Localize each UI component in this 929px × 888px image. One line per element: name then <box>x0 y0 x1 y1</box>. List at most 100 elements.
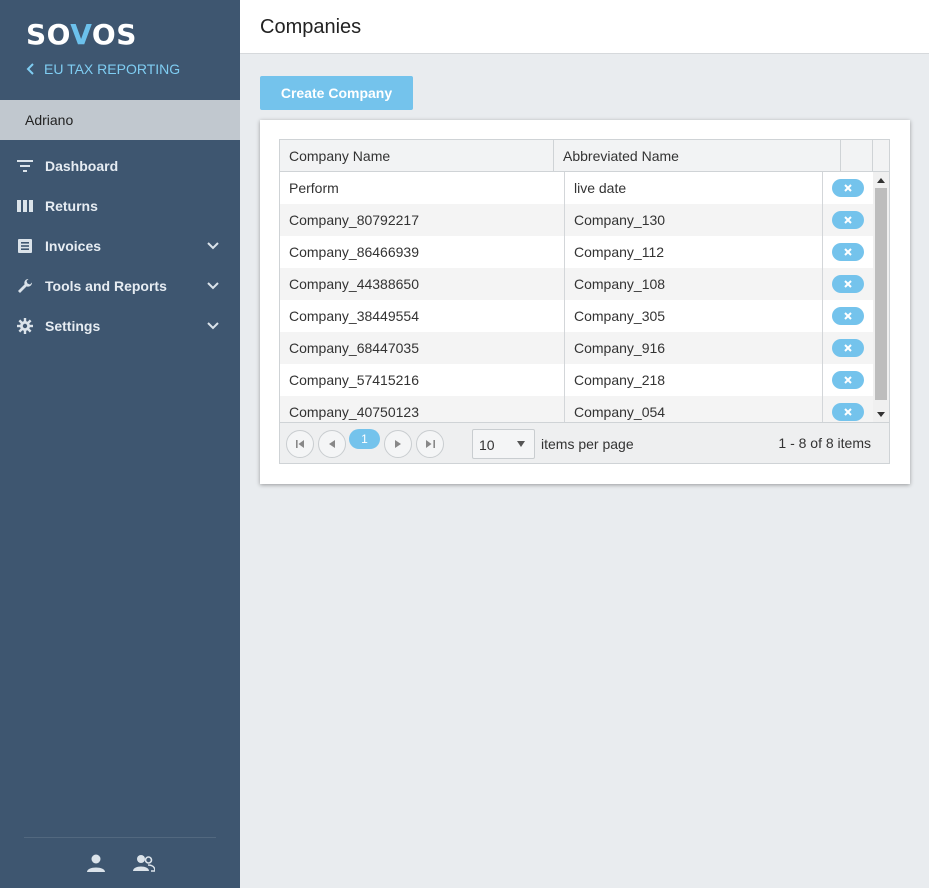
previous-page-icon <box>329 440 335 448</box>
actions-cell <box>823 172 873 204</box>
company-name-cell: Company_44388650 <box>280 268 565 300</box>
create-company-button[interactable]: Create Company <box>260 76 413 110</box>
sidebar-item-invoices[interactable]: Invoices <box>0 226 240 266</box>
sidebar-item-label: Settings <box>45 318 101 334</box>
first-page-icon <box>295 440 304 448</box>
close-icon <box>844 248 852 256</box>
table-row[interactable]: Company_38449554 Company_305 <box>280 300 873 332</box>
sidebar-item-tools-and-reports[interactable]: Tools and Reports <box>0 266 240 306</box>
abbreviated-name-cell: Company_054 <box>565 396 823 422</box>
delete-button[interactable] <box>832 371 864 389</box>
company-name-cell: Perform <box>280 172 565 204</box>
actions-cell <box>823 236 873 268</box>
chevron-left-icon <box>26 63 34 75</box>
sidebar-nav: Dashboard Returns Invoices Tools and Rep… <box>0 146 240 346</box>
last-page-button[interactable] <box>416 430 444 458</box>
sidebar-item-label: Returns <box>45 198 98 214</box>
close-icon <box>844 184 852 192</box>
company-name-cell: Company_68447035 <box>280 332 565 364</box>
delete-button[interactable] <box>832 243 864 261</box>
filter-icon <box>17 158 33 174</box>
wrench-icon <box>17 278 33 294</box>
scrollbar-thumb[interactable] <box>875 188 887 400</box>
delete-button[interactable] <box>832 403 864 421</box>
sidebar-item-label: Dashboard <box>45 158 119 174</box>
companies-card: Company Name Abbreviated Name Perform li… <box>260 120 910 484</box>
gear-icon <box>17 318 33 334</box>
previous-page-button[interactable] <box>318 430 346 458</box>
sidebar: SOVOS EU TAX REPORTING Adriano Dashboard… <box>0 0 240 888</box>
abbreviated-name-cell: Company_130 <box>565 204 823 236</box>
scroll-down-arrow-icon[interactable] <box>873 406 889 422</box>
chevron-down-icon <box>207 282 219 290</box>
actions-cell <box>823 300 873 332</box>
page-header: Companies <box>240 0 929 54</box>
page-title: Companies <box>260 16 362 38</box>
actions-cell <box>823 396 873 422</box>
sovos-logo[interactable]: SOVOS <box>26 18 137 51</box>
back-link[interactable]: EU TAX REPORTING <box>26 61 180 77</box>
actions-cell <box>823 268 873 300</box>
actions-cell <box>823 332 873 364</box>
user-name[interactable]: Adriano <box>0 100 240 140</box>
back-link-label: EU TAX REPORTING <box>44 61 181 77</box>
table-row[interactable]: Company_44388650 Company_108 <box>280 268 873 300</box>
close-icon <box>844 376 852 384</box>
company-name-cell: Company_86466939 <box>280 236 565 268</box>
sidebar-item-label: Tools and Reports <box>45 278 167 294</box>
delete-button[interactable] <box>832 275 864 293</box>
page-number-current[interactable]: 1 <box>349 429 380 449</box>
first-page-button[interactable] <box>286 430 314 458</box>
caret-down-icon <box>517 441 525 447</box>
sidebar-divider <box>24 837 216 838</box>
page-size-value: 10 <box>479 437 495 453</box>
table-row[interactable]: Company_86466939 Company_112 <box>280 236 873 268</box>
company-name-cell: Company_80792217 <box>280 204 565 236</box>
sidebar-item-settings[interactable]: Settings <box>0 306 240 346</box>
abbreviated-name-cell: live date <box>565 172 823 204</box>
close-icon <box>844 312 852 320</box>
actions-cell <box>823 204 873 236</box>
scroll-up-arrow-icon[interactable] <box>873 172 889 188</box>
table-row[interactable]: Company_57415216 Company_218 <box>280 364 873 396</box>
columns-icon <box>17 198 33 214</box>
close-icon <box>844 344 852 352</box>
column-header-abbreviated-name[interactable]: Abbreviated Name <box>554 140 841 171</box>
delete-button[interactable] <box>832 179 864 197</box>
grid-scrollbar[interactable] <box>873 172 889 422</box>
company-name-cell: Company_40750123 <box>280 396 565 422</box>
table-row[interactable]: Company_68447035 Company_916 <box>280 332 873 364</box>
next-page-button[interactable] <box>384 430 412 458</box>
delete-button[interactable] <box>832 307 864 325</box>
user-icon[interactable] <box>85 852 107 874</box>
pager-info: 1 - 8 of 8 items <box>778 435 871 451</box>
column-header-scroll-spacer <box>873 140 889 171</box>
abbreviated-name-cell: Company_916 <box>565 332 823 364</box>
next-page-icon <box>395 440 401 448</box>
table-row[interactable]: Company_80792217 Company_130 <box>280 204 873 236</box>
table-row[interactable]: Perform live date <box>280 172 873 204</box>
sidebar-item-returns[interactable]: Returns <box>0 186 240 226</box>
column-header-company-name[interactable]: Company Name <box>280 140 554 171</box>
last-page-icon <box>425 440 435 448</box>
companies-grid: Company Name Abbreviated Name Perform li… <box>279 139 890 464</box>
company-name-cell: Company_57415216 <box>280 364 565 396</box>
table-row[interactable]: Company_40750123 Company_054 <box>280 396 873 422</box>
document-icon <box>17 238 33 254</box>
abbreviated-name-cell: Company_108 <box>565 268 823 300</box>
grid-header: Company Name Abbreviated Name <box>280 140 889 172</box>
delete-button[interactable] <box>832 211 864 229</box>
close-icon <box>844 408 852 416</box>
items-per-page-label: items per page <box>541 436 634 452</box>
close-icon <box>844 280 852 288</box>
chevron-down-icon <box>207 322 219 330</box>
pager: 1 10 items per page 1 - 8 of 8 items <box>280 422 889 463</box>
column-header-actions <box>841 140 873 171</box>
delete-button[interactable] <box>832 339 864 357</box>
abbreviated-name-cell: Company_112 <box>565 236 823 268</box>
page-size-select[interactable]: 10 <box>472 429 535 459</box>
abbreviated-name-cell: Company_218 <box>565 364 823 396</box>
abbreviated-name-cell: Company_305 <box>565 300 823 332</box>
users-icon[interactable] <box>133 852 155 874</box>
sidebar-item-dashboard[interactable]: Dashboard <box>0 146 240 186</box>
